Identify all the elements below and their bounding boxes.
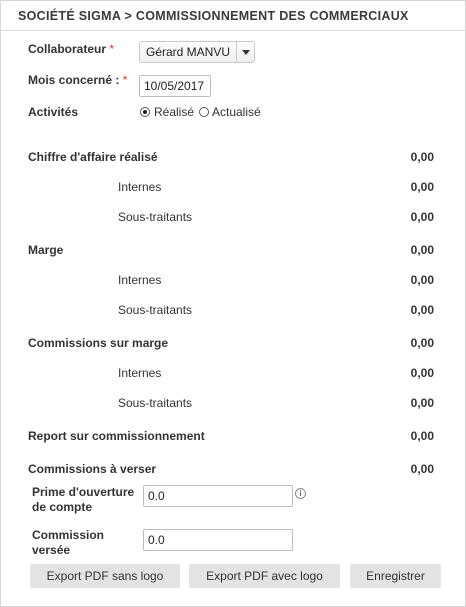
commission-versee-label-line2: versée xyxy=(32,543,71,557)
commission-versee-input[interactable] xyxy=(143,529,293,551)
export-pdf-avec-logo-button[interactable]: Export PDF avec logo xyxy=(189,564,340,588)
prime-label-line2: de compte xyxy=(32,500,93,514)
chevron-down-icon xyxy=(242,50,250,55)
activites-label: Activités xyxy=(28,105,79,119)
marge-internes-value: 0,00 xyxy=(410,273,434,287)
marge-internes-label: Internes xyxy=(118,273,162,287)
dropdown-button[interactable] xyxy=(236,42,254,62)
chiffre-internes-label: Internes xyxy=(118,180,162,194)
commission-panel: SOCIÉTÉ SIGMA > COMMISSIONNEMENT DES COM… xyxy=(0,0,466,607)
required-mark: * xyxy=(109,42,115,56)
radio-realise-label[interactable]: Réalisé xyxy=(154,105,194,119)
commissions-internes-label: Internes xyxy=(118,366,162,380)
required-mark: * xyxy=(122,73,128,87)
radio-actualise[interactable] xyxy=(199,107,209,117)
commissions-a-verser-value: 0,00 xyxy=(410,462,434,476)
page-title: SOCIÉTÉ SIGMA > COMMISSIONNEMENT DES COM… xyxy=(18,9,409,23)
commissions-sous-traitants-label: Sous-traitants xyxy=(118,396,193,410)
report-label: Report sur commissionnement xyxy=(28,429,205,443)
marge-value: 0,00 xyxy=(410,243,434,257)
mois-label: Mois concerné : * xyxy=(28,73,128,87)
enregistrer-button[interactable]: Enregistrer xyxy=(350,564,441,588)
report-value: 0,00 xyxy=(410,429,434,443)
radio-actualise-label[interactable]: Actualisé xyxy=(212,105,261,119)
commissions-marge-label: Commissions sur marge xyxy=(28,336,169,350)
chiffre-sous-traitants-label: Sous-traitants xyxy=(118,210,193,224)
marge-sous-traitants-label: Sous-traitants xyxy=(118,303,193,317)
commissions-internes-value: 0,00 xyxy=(410,366,434,380)
radio-realise[interactable] xyxy=(140,107,150,117)
chiffre-affaire-value: 0,00 xyxy=(410,150,434,164)
chiffre-internes-value: 0,00 xyxy=(410,180,434,194)
commission-versee-label-line1: Commission xyxy=(32,528,105,542)
prime-input[interactable] xyxy=(143,485,293,507)
commissions-sous-traitants-value: 0,00 xyxy=(410,396,434,410)
collaborateur-select[interactable]: Gérard MANVU xyxy=(139,41,255,63)
commissions-a-verser-label: Commissions à verser xyxy=(28,462,157,476)
commissions-marge-value: 0,00 xyxy=(410,336,434,350)
mois-date-input[interactable] xyxy=(139,75,211,97)
marge-sous-traitants-value: 0,00 xyxy=(410,303,434,317)
info-icon[interactable]: i xyxy=(295,488,306,499)
collaborateur-value: Gérard MANVU xyxy=(146,45,231,59)
export-pdf-sans-logo-button[interactable]: Export PDF sans logo xyxy=(30,564,180,588)
marge-label: Marge xyxy=(28,243,64,257)
prime-label-line1: Prime d'ouverture xyxy=(32,485,135,499)
collaborateur-label: Collaborateur * xyxy=(28,42,115,56)
chiffre-sous-traitants-value: 0,00 xyxy=(410,210,434,224)
panel-header: SOCIÉTÉ SIGMA > COMMISSIONNEMENT DES COM… xyxy=(1,1,465,31)
chiffre-affaire-label: Chiffre d'affaire réalisé xyxy=(28,150,158,164)
